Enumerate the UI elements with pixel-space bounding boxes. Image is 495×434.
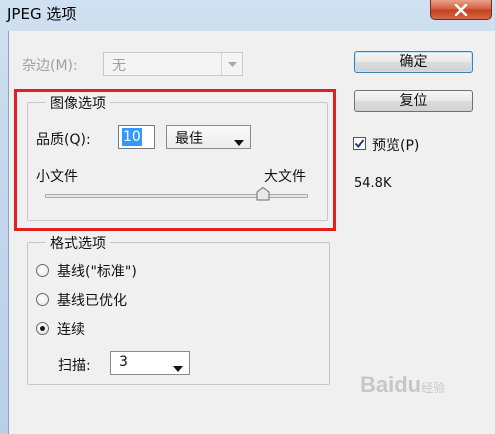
option-baseline-optimized-label[interactable]: 基线已优化 bbox=[57, 290, 127, 310]
baidu-watermark-logo: Baidu经验 bbox=[360, 372, 446, 397]
preview-checkbox[interactable] bbox=[353, 137, 366, 150]
checkmark-icon bbox=[354, 139, 365, 149]
radio-baseline-optimized[interactable] bbox=[36, 293, 49, 306]
close-button[interactable] bbox=[430, 0, 492, 20]
matte-value: 无 bbox=[112, 58, 126, 74]
matte-label: 杂边(M): bbox=[22, 58, 78, 74]
scans-select[interactable]: 3 bbox=[110, 351, 190, 375]
scans-label: 扫描: bbox=[58, 358, 91, 374]
option-baseline-standard-label[interactable]: 基线("标准") bbox=[57, 261, 137, 281]
annotation-highlight-box bbox=[14, 89, 336, 231]
file-size: 54.8K bbox=[354, 176, 392, 191]
format-options-title: 格式选项 bbox=[46, 233, 110, 253]
close-icon bbox=[454, 3, 468, 16]
chevron-down-icon bbox=[221, 53, 242, 75]
scans-value: 3 bbox=[119, 354, 128, 370]
window-title: JPEG 选项 bbox=[7, 5, 77, 23]
ok-button[interactable]: 确定 bbox=[354, 51, 473, 73]
reset-button[interactable]: 复位 bbox=[354, 90, 473, 112]
option-progressive-label[interactable]: 连续 bbox=[57, 319, 85, 339]
radio-progressive[interactable] bbox=[36, 322, 49, 335]
chevron-down-icon bbox=[173, 360, 183, 376]
matte-select[interactable]: 无 bbox=[103, 52, 243, 76]
preview-label[interactable]: 预览(P) bbox=[372, 135, 419, 155]
radio-baseline-standard[interactable] bbox=[36, 264, 49, 277]
